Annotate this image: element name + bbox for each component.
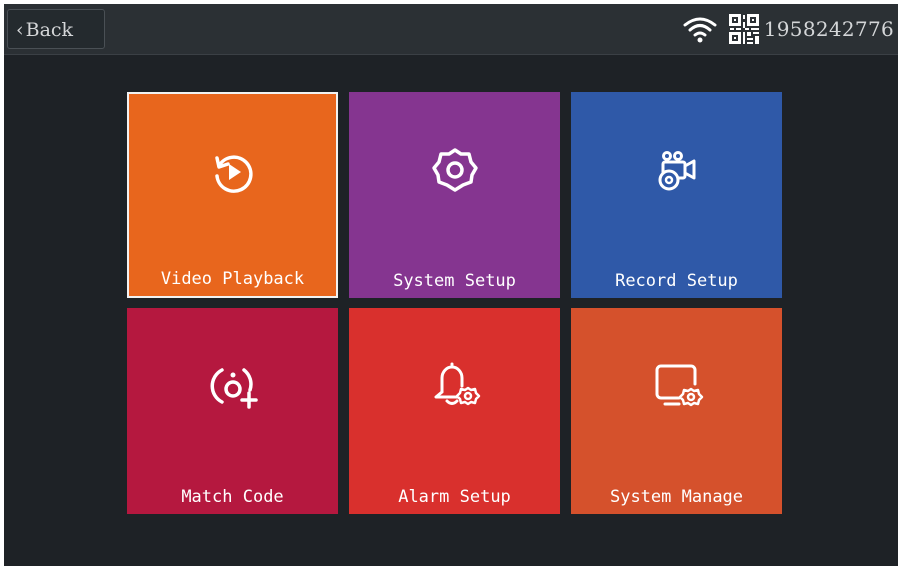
tile-system-setup[interactable]: System Setup bbox=[349, 92, 560, 298]
device-id: 1958242776 bbox=[763, 17, 894, 41]
monitor-gear-icon bbox=[655, 364, 703, 407]
tile-alarm-setup[interactable]: Alarm Setup bbox=[349, 308, 560, 514]
top-bar: ‹ Back 1958242776 bbox=[4, 4, 898, 55]
status-area: 1958242776 bbox=[682, 4, 898, 54]
qr-code-icon bbox=[728, 14, 759, 44]
back-button-label: Back bbox=[25, 19, 74, 41]
tile-record-setup[interactable]: Record Setup bbox=[571, 92, 782, 298]
chevron-left-icon: ‹ bbox=[16, 19, 24, 41]
tile-label: System Manage bbox=[609, 487, 744, 507]
tile-match-code[interactable]: Match Code bbox=[127, 308, 338, 514]
gear-icon bbox=[431, 148, 478, 192]
back-button[interactable]: ‹ Back bbox=[7, 9, 105, 49]
bell-gear-icon bbox=[434, 362, 480, 406]
tile-system-manage[interactable]: System Manage bbox=[571, 308, 782, 514]
tile-label: System Setup bbox=[393, 271, 516, 291]
tile-label: Record Setup bbox=[615, 271, 738, 291]
tile-label: Video Playback bbox=[160, 269, 305, 289]
tile-label: Alarm Setup bbox=[398, 487, 511, 507]
wifi-icon bbox=[683, 17, 717, 43]
pair-code-icon bbox=[210, 368, 258, 409]
device-screen: ‹ Back 1958242776 Video Playback System … bbox=[4, 4, 898, 566]
tile-label: Match Code bbox=[181, 487, 284, 507]
camera-gear-icon bbox=[658, 151, 695, 191]
replay-icon bbox=[214, 155, 253, 193]
tile-video-playback[interactable]: Video Playback bbox=[127, 92, 338, 298]
